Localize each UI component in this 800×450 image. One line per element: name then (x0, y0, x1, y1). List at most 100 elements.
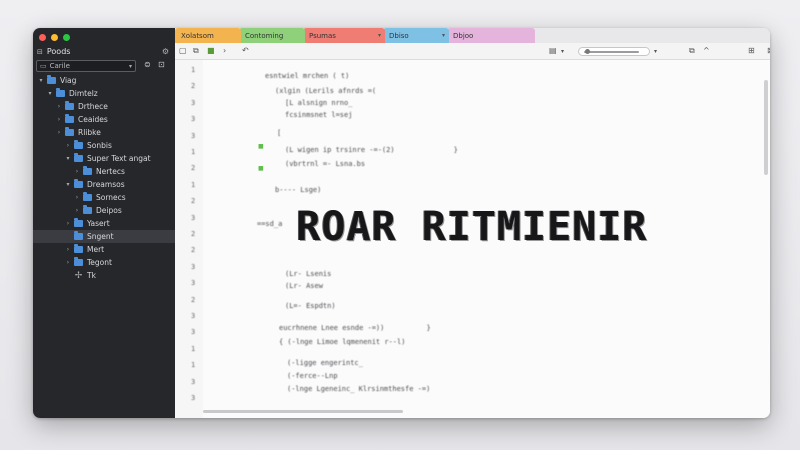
layout-icon[interactable]: ▤ (549, 46, 557, 55)
sidebar-item-label: Tk (87, 271, 96, 280)
zoom-chevron-icon[interactable]: ▾ (654, 48, 657, 55)
chevron-right-icon[interactable]: › (55, 129, 63, 136)
line-number: 3 (191, 312, 196, 320)
sidebar-search-input[interactable]: ▭ Carile ▾ (36, 60, 136, 72)
sidebar-item[interactable]: › Deipos (33, 204, 175, 217)
layout-chevron-icon[interactable]: ▾ (561, 48, 564, 55)
folder-icon (65, 114, 74, 123)
chevron-down-icon[interactable]: ▾ (64, 181, 72, 188)
tab-label: Xolatsom (181, 31, 214, 40)
tab-1[interactable]: Xolatsom (175, 28, 241, 43)
sidebar-item[interactable]: › Mert (33, 243, 175, 256)
line-number: 1 (191, 344, 196, 353)
undo-icon[interactable]: ↶ (242, 46, 249, 55)
tab-5[interactable]: Dbjoo (447, 28, 535, 43)
folder-icon (65, 101, 74, 110)
page-icon[interactable]: ▢ (179, 46, 187, 55)
folder-icon: ▭ (40, 62, 47, 70)
sidebar-item-label: Dimtelz (69, 89, 98, 98)
grid-icon[interactable]: ⊞ (748, 46, 755, 55)
code-line: esntwiel mrchen ( t) (265, 72, 350, 80)
tab-label: Dbiso (389, 31, 409, 40)
chevron-down-icon[interactable]: ▾ (46, 90, 54, 97)
sidebar-item-label: Dreamsos (87, 180, 125, 189)
sidebar-header: ⊟ Poods ⚙ (37, 45, 169, 58)
chevron-right-icon[interactable]: › (73, 207, 81, 214)
copy-icon[interactable]: ⧉ (193, 46, 199, 56)
chevron-right-icon[interactable]: › (73, 194, 81, 201)
folder-icon (74, 179, 83, 188)
folder-icon (47, 75, 56, 84)
tab-chevron-icon[interactable]: ▾ (378, 32, 381, 39)
sidebar-item-label: Super Text angat (87, 154, 151, 163)
tab-3[interactable]: Psumas ▾ (303, 28, 385, 43)
folder-icon (74, 244, 83, 253)
sidebar-item[interactable]: ▾ Dimtelz (33, 87, 175, 100)
sidebar-item[interactable]: › Rlibke (33, 126, 175, 139)
horizontal-scrollbar[interactable] (203, 410, 403, 413)
chevron-right-icon[interactable]: › (55, 103, 63, 110)
main-area: Xolatsom Contoming Psumas ▾ Dbiso ▾ Dbjoo ▢ ⧉ … (175, 28, 770, 418)
tab-bar: Xolatsom Contoming Psumas ▾ Dbiso ▾ Dbjoo (175, 28, 770, 43)
tab-label: Contoming (245, 31, 284, 40)
sidebar-item[interactable]: ▾ Super Text angat (33, 152, 175, 165)
settings-icon[interactable]: ⚙ (162, 47, 169, 56)
sidebar-item[interactable]: ▾ Dreamsos (33, 178, 175, 191)
change-marker: ■ (258, 143, 264, 150)
sort-icon[interactable]: ⊡ (158, 60, 165, 69)
sidebar-item[interactable]: › Nertecs (33, 165, 175, 178)
sidebar-item[interactable]: › Ceaides (33, 113, 175, 126)
app-window: ⊟ Poods ⚙ ▭ Carile ▾ ⊜ ⊡ ▾ Viag ▾ Dimtelz › D… (33, 28, 770, 418)
line-number: 1 (191, 361, 196, 370)
sidebar-item-label: Ceaides (78, 115, 108, 124)
folder-icon (74, 153, 83, 162)
line-number: 2 (191, 246, 196, 255)
chevron-right-icon[interactable]: › (64, 259, 72, 266)
chevron-right-icon[interactable]: › (55, 116, 63, 123)
folder-icon (83, 192, 92, 201)
chevron-up-icon[interactable]: ^ (703, 46, 710, 55)
zoom-button[interactable] (63, 34, 70, 41)
close-pane-icon[interactable]: ⊠ (767, 46, 770, 55)
sidebar-item-label: Mert (87, 245, 105, 254)
folder-icon (83, 205, 92, 214)
chevron-down-icon[interactable]: ▾ (64, 155, 72, 162)
sidebar-item[interactable]: › Drthece (33, 100, 175, 113)
sidebar-item-label: Nertecs (96, 167, 125, 176)
sidebar-item[interactable]: › Tegont (33, 256, 175, 269)
tab-2[interactable]: Contoming (239, 28, 305, 43)
chevron-right-icon[interactable]: › (73, 168, 81, 175)
sidebar-item[interactable]: › Yasert (33, 217, 175, 230)
code-line: (vbrtrnl =- Lsna.bs (285, 160, 366, 168)
tab-chevron-icon[interactable]: ▾ (442, 32, 445, 39)
tab-4[interactable]: Dbiso ▾ (383, 28, 449, 43)
code-line: (L=- Espdtn) (285, 302, 336, 310)
sidebar-item[interactable]: ▾ Viag (33, 74, 175, 87)
chevron-right-icon[interactable]: › (64, 246, 72, 253)
build-icon[interactable]: ■ (207, 46, 215, 55)
close-button[interactable] (39, 34, 46, 41)
minimize-button[interactable] (51, 34, 58, 41)
chevron-down-icon[interactable]: ▾ (129, 63, 132, 70)
sidebar-item[interactable]: › Sonbis (33, 139, 175, 152)
chevron-right-icon[interactable]: › (64, 142, 72, 149)
play-icon[interactable]: › (223, 46, 226, 55)
sidebar-item[interactable]: ✢ Tk (33, 269, 175, 282)
line-number: 2 (191, 295, 196, 304)
line-number: 2 (191, 230, 196, 238)
sidebar-item[interactable]: › Sornecs (33, 191, 175, 204)
sidebar-item[interactable]: Sngent (33, 230, 175, 243)
code-line: [ (277, 129, 282, 137)
filter-icon[interactable]: ⊜ (144, 60, 151, 69)
zoom-knob[interactable] (585, 49, 590, 54)
vertical-scrollbar[interactable] (764, 80, 768, 175)
code-line: (xlgin (Lerils afnrds =( (275, 87, 377, 95)
export-icon[interactable]: ⧉ (689, 46, 695, 56)
code-line: (-ferce--Lnp (287, 372, 338, 380)
chevron-down-icon[interactable]: ▾ (37, 77, 45, 84)
chevron-right-icon[interactable]: › (64, 220, 72, 227)
change-marker: ■ (258, 165, 264, 172)
zoom-slider[interactable] (578, 47, 650, 56)
code-line: (-ligge engerintc_ (287, 359, 363, 367)
folder-icon (74, 257, 83, 266)
